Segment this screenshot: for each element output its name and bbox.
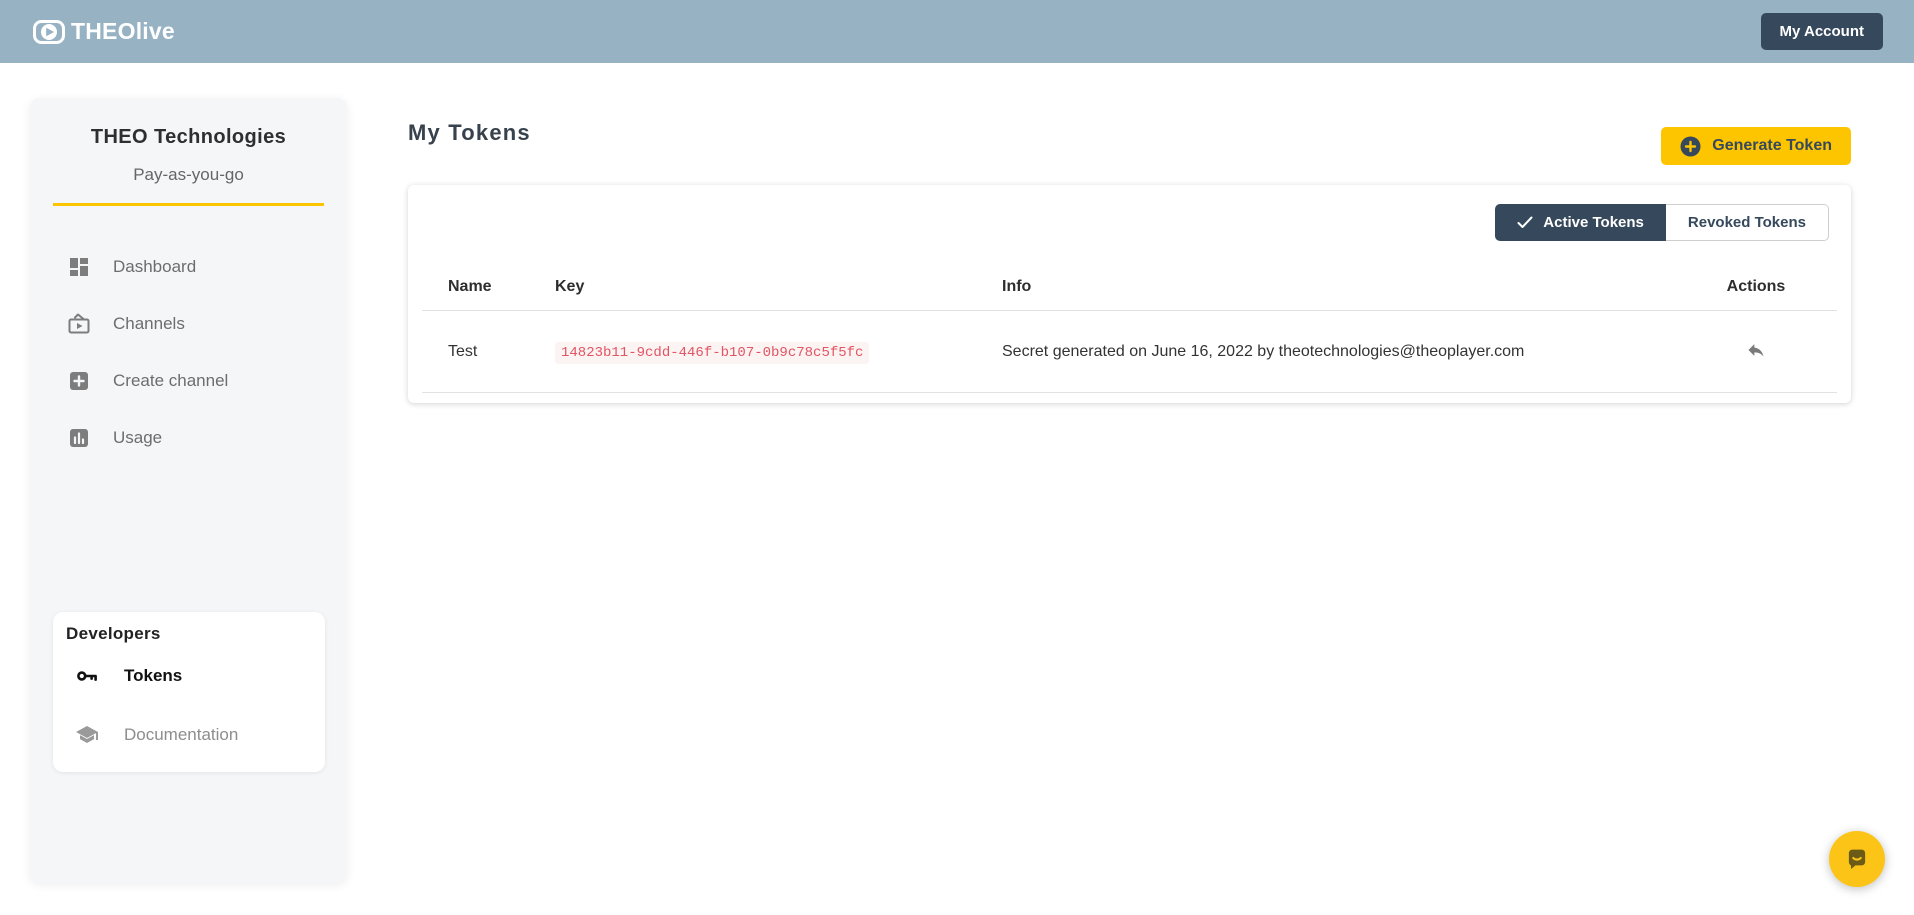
sidebar-item-documentation[interactable]: Documentation <box>53 708 325 762</box>
column-header-key: Key <box>555 278 1002 296</box>
org-name: THEO Technologies <box>30 126 347 149</box>
app-screen: THEOlive My Account THEO Technologies Pa… <box>0 0 1914 915</box>
bar-chart-icon <box>67 426 91 450</box>
sidebar-item-label: Usage <box>113 428 162 448</box>
top-header: THEOlive My Account <box>0 0 1914 63</box>
revoke-arrow-icon <box>1746 340 1766 360</box>
sidebar-item-usage[interactable]: Usage <box>30 409 347 466</box>
live-tv-icon <box>67 312 91 336</box>
token-info: Secret generated on June 16, 2022 by the… <box>1002 343 1701 361</box>
key-icon <box>75 664 99 688</box>
sidebar-item-channels[interactable]: Channels <box>30 295 347 352</box>
table-header-row: Name Key Info Actions <box>422 263 1837 311</box>
tokens-card: Active Tokens Revoked Tokens Name Key In… <box>408 185 1851 403</box>
plus-circle-icon <box>1680 136 1701 157</box>
tab-label: Revoked Tokens <box>1688 214 1806 231</box>
column-header-name: Name <box>448 278 555 296</box>
token-key[interactable]: 14823b11-9cdd-446f-b107-0b9c78c5f5fc <box>555 342 869 364</box>
theolive-logo-icon <box>33 20 65 44</box>
generate-token-button[interactable]: Generate Token <box>1661 127 1851 165</box>
developers-title: Developers <box>53 624 325 644</box>
token-name: Test <box>448 343 555 361</box>
my-account-button[interactable]: My Account <box>1761 13 1883 50</box>
table-row: Test 14823b11-9cdd-446f-b107-0b9c78c5f5f… <box>422 311 1837 393</box>
sidebar-item-label: Channels <box>113 314 185 334</box>
column-header-actions: Actions <box>1701 278 1811 296</box>
sidebar-item-label: Documentation <box>124 725 238 745</box>
page-title: My Tokens <box>408 120 531 146</box>
generate-token-label: Generate Token <box>1712 137 1832 155</box>
main-content: My Tokens Generate Token Active To <box>408 63 1851 915</box>
check-icon <box>1517 216 1533 229</box>
sidebar-item-label: Tokens <box>124 666 182 686</box>
sidebar-item-label: Create channel <box>113 371 228 391</box>
sidebar-item-create-channel[interactable]: Create channel <box>30 352 347 409</box>
developers-card: Developers Tokens Documentation <box>53 612 325 772</box>
tab-revoked-tokens[interactable]: Revoked Tokens <box>1666 204 1829 241</box>
sidebar-item-tokens[interactable]: Tokens <box>53 649 325 703</box>
token-tabs: Active Tokens Revoked Tokens <box>1495 204 1829 241</box>
sidebar-nav: Dashboard Channels <box>30 238 347 466</box>
column-header-info: Info <box>1002 278 1701 296</box>
tokens-table: Name Key Info Actions Test 14823b11-9cdd… <box>422 263 1837 393</box>
brand-text: THEOlive <box>71 18 175 45</box>
tab-label: Active Tokens <box>1543 214 1644 231</box>
org-plan: Pay-as-you-go <box>30 165 347 185</box>
add-box-icon <box>67 369 91 393</box>
revoke-token-button[interactable] <box>1744 338 1768 362</box>
chat-bubble-icon <box>1842 844 1872 874</box>
school-icon <box>75 723 99 747</box>
sidebar-item-dashboard[interactable]: Dashboard <box>30 238 347 295</box>
sidebar-accent-divider <box>53 203 324 206</box>
dashboard-icon <box>67 255 91 279</box>
chat-launcher-button[interactable] <box>1829 831 1885 887</box>
theolive-brand[interactable]: THEOlive <box>33 18 175 45</box>
sidebar-item-label: Dashboard <box>113 257 196 277</box>
sidebar: THEO Technologies Pay-as-you-go Dashboar… <box>30 98 347 883</box>
tab-active-tokens[interactable]: Active Tokens <box>1495 204 1666 241</box>
